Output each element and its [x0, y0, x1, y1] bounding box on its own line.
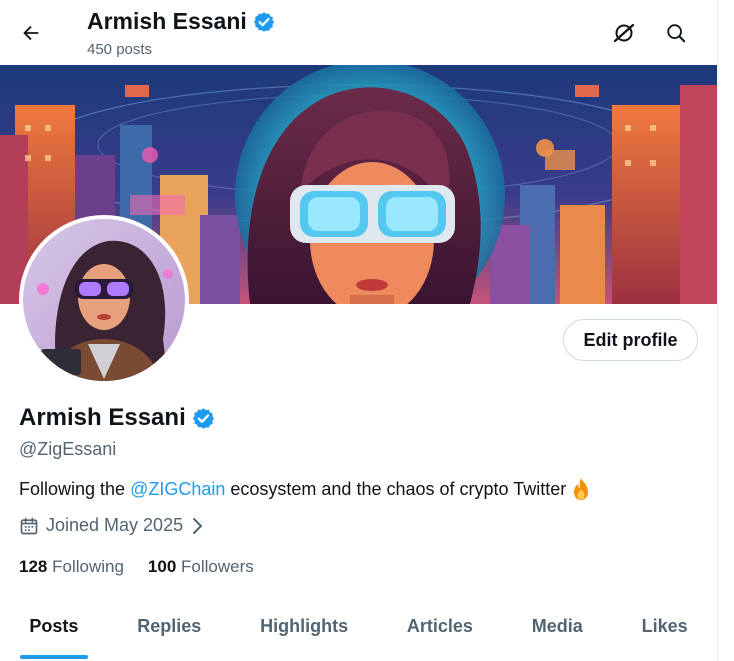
tab-label: Likes: [641, 615, 688, 636]
chevron-right-icon: [193, 517, 203, 534]
tab-articles[interactable]: Articles: [378, 603, 503, 661]
tab-highlights[interactable]: Highlights: [231, 603, 378, 661]
profile-handle: @ZigEssani: [19, 439, 117, 459]
followers-count: 100: [147, 557, 177, 576]
active-tab-indicator: [19, 655, 88, 659]
following-label: Following: [52, 557, 124, 576]
joined-text: Joined May 2025: [46, 515, 184, 535]
profile-name: Armish Essani: [19, 404, 215, 432]
back-button[interactable]: [14, 16, 48, 50]
avatar[interactable]: [19, 215, 189, 385]
verified-badge-icon[interactable]: [192, 407, 215, 430]
header-title: Armish Essani: [87, 8, 275, 35]
tab-label: Posts: [29, 615, 79, 636]
joined-date[interactable]: Joined May 2025: [19, 515, 204, 536]
profile-bio: Following the @ZIGChain ecosystem and th…: [19, 477, 592, 501]
search-icon: [667, 24, 686, 43]
followers-link[interactable]: 100 Followers: [148, 557, 254, 577]
tab-label: Replies: [137, 615, 202, 636]
post-count: 450 posts: [87, 41, 153, 58]
calendar-icon: [20, 517, 38, 534]
tab-media[interactable]: Media: [502, 603, 612, 661]
arrow-left-icon: [23, 25, 39, 41]
tab-likes[interactable]: Likes: [612, 603, 717, 661]
profile-tabs: Posts Replies Highlights Articles Media …: [0, 603, 717, 661]
following-link[interactable]: 128 Following: [19, 557, 124, 577]
edit-profile-button[interactable]: Edit profile: [563, 319, 698, 361]
following-count: 128: [19, 557, 48, 576]
tab-replies[interactable]: Replies: [108, 603, 231, 661]
tab-posts[interactable]: Posts: [0, 603, 108, 661]
grok-icon: [613, 23, 635, 43]
avatar-illustration: [23, 219, 185, 381]
bio-text-start: Following the: [19, 478, 131, 499]
grok-button[interactable]: [607, 16, 641, 50]
profile-name-text: Armish Essani: [19, 404, 186, 431]
followers-label: Followers: [181, 557, 254, 576]
tab-label: Media: [531, 615, 583, 636]
tab-label: Articles: [406, 615, 473, 636]
bio-mention-link[interactable]: @ZIGChain: [130, 479, 225, 500]
bio-text-end: ecosystem and the chaos of crypto Twitte…: [225, 478, 567, 499]
verified-badge-icon: [253, 11, 274, 32]
search-button[interactable]: [659, 16, 693, 50]
column-divider: [717, 0, 718, 661]
profile-header: Armish Essani 450 posts: [0, 0, 717, 65]
follow-stats: 128 Following 100 Followers: [19, 557, 254, 577]
header-name-text: Armish Essani: [87, 8, 247, 34]
fire-emoji-icon: [570, 477, 592, 501]
tab-label: Highlights: [260, 615, 349, 636]
